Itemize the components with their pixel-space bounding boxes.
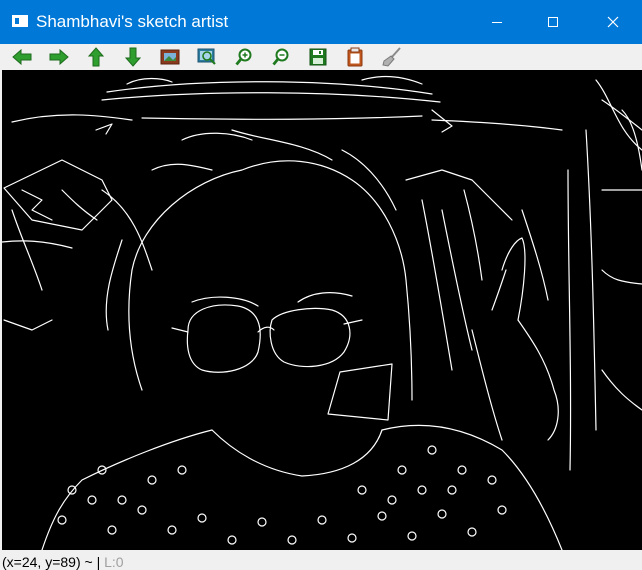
status-readout: (x=24, y=89) ~ | L:0 xyxy=(2,554,124,570)
properties-button[interactable] xyxy=(380,46,404,68)
zoom-in-button[interactable] xyxy=(232,46,256,68)
app-icon xyxy=(12,15,28,27)
save-button[interactable] xyxy=(306,46,330,68)
minimize-icon xyxy=(492,22,502,23)
window-title: Shambhavi's sketch artist xyxy=(36,12,229,31)
pan-up-button[interactable] xyxy=(84,46,108,68)
zoom-actual-button[interactable] xyxy=(195,46,219,68)
pan-left-button[interactable] xyxy=(10,46,34,68)
arrow-down-icon xyxy=(125,47,141,67)
maximize-icon xyxy=(548,17,558,27)
edge-sketch-image xyxy=(2,75,642,550)
zoom-fit-button[interactable] xyxy=(158,46,182,68)
clipboard-icon xyxy=(347,47,363,67)
pan-down-button[interactable] xyxy=(121,46,145,68)
close-button[interactable] xyxy=(584,0,642,44)
app-window: Shambhavi's sketch artist (x=24, y=89) ~… xyxy=(0,0,642,570)
arrow-right-icon xyxy=(49,49,69,65)
zoom-out-icon xyxy=(272,48,289,66)
image-canvas[interactable] xyxy=(2,70,642,550)
status-separator: | xyxy=(96,554,105,570)
cursor-coordinates: (x=24, y=89) ~ xyxy=(2,554,93,570)
zoom-out-button[interactable] xyxy=(269,46,293,68)
copy-button[interactable] xyxy=(343,46,367,68)
arrow-left-icon xyxy=(12,49,32,65)
pixel-value: L:0 xyxy=(104,554,124,570)
zoom-in-icon xyxy=(235,48,252,66)
pan-right-button[interactable] xyxy=(47,46,71,68)
maximize-button[interactable] xyxy=(524,0,582,44)
minimize-button[interactable] xyxy=(468,0,526,44)
arrow-up-icon xyxy=(88,47,104,67)
picture-zoom-icon xyxy=(197,48,216,65)
status-bar: (x=24, y=89) ~ | L:0 xyxy=(0,550,642,570)
broom-icon xyxy=(382,47,401,67)
close-icon xyxy=(607,16,619,28)
toolbar xyxy=(0,44,642,70)
floppy-disk-icon xyxy=(309,48,327,66)
picture-icon xyxy=(160,49,180,65)
title-bar[interactable]: Shambhavi's sketch artist xyxy=(0,0,642,44)
